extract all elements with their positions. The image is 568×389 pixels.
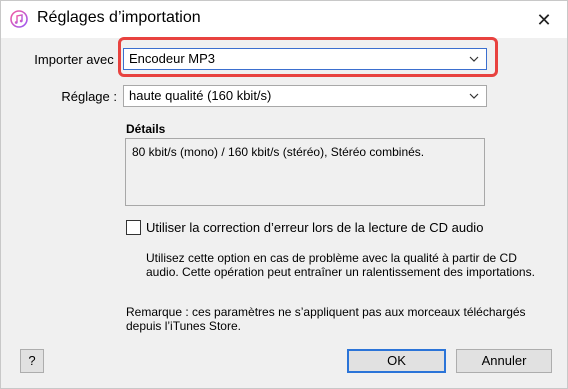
quality-select[interactable]: haute qualité (160 kbit/s) bbox=[123, 85, 487, 107]
details-box: 80 kbit/s (mono) / 160 kbit/s (stéréo), … bbox=[125, 138, 485, 206]
title-bar: Réglages d’importation ✕ bbox=[1, 1, 567, 38]
window-title: Réglages d’importation bbox=[37, 9, 201, 26]
error-correction-checkbox[interactable] bbox=[126, 220, 141, 235]
details-text: 80 kbit/s (mono) / 160 kbit/s (stéréo), … bbox=[132, 145, 425, 159]
cancel-button[interactable]: Annuler bbox=[456, 349, 552, 373]
encoder-select[interactable]: Encodeur MP3 bbox=[123, 48, 487, 70]
quality-select-value: haute qualité (160 kbit/s) bbox=[129, 88, 272, 103]
details-heading: Détails bbox=[126, 122, 166, 136]
itunes-icon bbox=[10, 10, 28, 28]
ok-button[interactable]: OK bbox=[347, 349, 446, 373]
chevron-down-icon bbox=[469, 93, 479, 99]
import-settings-dialog: Réglages d’importation ✕ Importer avec :… bbox=[0, 0, 568, 389]
error-correction-help: Utilisez cette option en cas de problème… bbox=[146, 251, 535, 279]
import-with-label: Importer avec : bbox=[34, 52, 121, 67]
help-button[interactable]: ? bbox=[20, 349, 44, 373]
chevron-down-icon bbox=[469, 56, 479, 62]
error-correction-label[interactable]: Utiliser la correction d’erreur lors de … bbox=[146, 220, 483, 235]
setting-label: Réglage : bbox=[61, 89, 117, 104]
encoder-select-value: Encodeur MP3 bbox=[129, 51, 215, 66]
close-icon[interactable]: ✕ bbox=[533, 9, 555, 31]
note-text: Remarque : ces paramètres ne s’appliquen… bbox=[126, 305, 526, 333]
